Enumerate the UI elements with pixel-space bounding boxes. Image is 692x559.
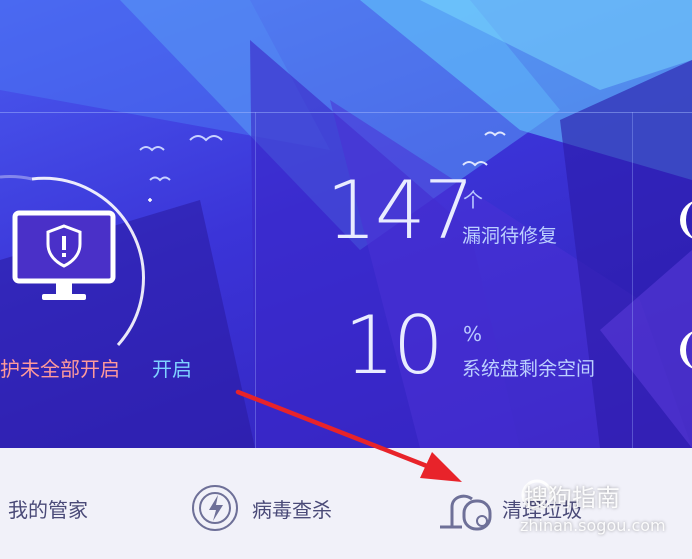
toolbar-item-label: 我的管家 [8,497,88,522]
virus-scan-icon [192,485,238,531]
vulnerability-unit: 个 [463,188,483,212]
divider-horizontal [0,112,692,113]
disk-space-unit: % [463,322,483,346]
disk-space-label[interactable]: 系统盘剩余空间 [462,354,595,381]
divider [255,112,256,448]
toolbar-item-my-manager[interactable]: 我的管家 [8,485,88,531]
vacuum-cleaner-icon [440,494,492,531]
toolbar-item-virus-scan[interactable]: 病毒查杀 [190,485,332,531]
vulnerability-label[interactable]: 漏洞待修复 [462,221,557,248]
divider [632,112,633,448]
protection-status-text: 护未全部开启 [0,357,120,381]
monitor-shield-icon [12,210,116,300]
disk-space-percent[interactable]: 10 [344,303,444,389]
vulnerability-count[interactable]: 147 [326,168,475,254]
toolbar-item-label: 病毒查杀 [252,497,332,522]
bottom-toolbar [0,448,692,559]
watermark-url: zhinan.sogou.com [520,516,666,535]
status-hero-panel: 护未全部开启 开启 147 个 漏洞待修复 10 % 系统盘剩余空间 [0,0,692,448]
enable-protection-link[interactable]: 开启 [152,353,192,382]
